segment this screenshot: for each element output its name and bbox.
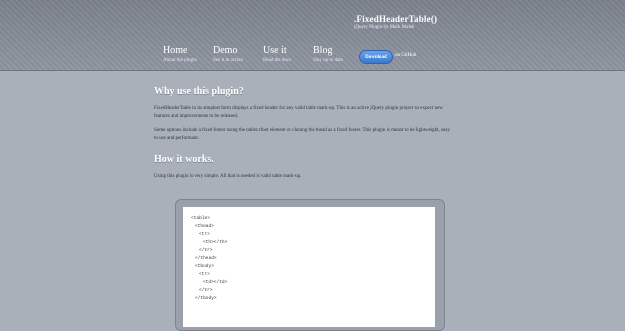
nav-desc: Stay up to date (313, 58, 343, 63)
site-subtitle: jQuery Plugin by Mark Malek (354, 25, 415, 30)
nav-item-blog[interactable]: Blog Stay up to date (313, 45, 363, 64)
code-line: <th></th> (203, 240, 228, 245)
code-line: <thead> (195, 224, 214, 229)
code-line: </tr> (199, 288, 213, 293)
main-nav: Home About the plugin Demo See it in act… (163, 45, 363, 64)
main-content: Why use this plugin? FixedHeaderTable in… (154, 86, 454, 181)
nav-desc: About the plugin (163, 58, 197, 63)
why-paragraph-2: Some options include a fixed footer usin… (154, 128, 450, 141)
code-line: <tr> (199, 232, 210, 237)
nav-desc: Read the docs (263, 58, 292, 63)
code-line: <tbody> (195, 264, 214, 269)
nav-item-use-it[interactable]: Use it Read the docs (263, 45, 313, 64)
section-title-why: Why use this plugin? (154, 86, 244, 97)
code-line: <table> (191, 216, 210, 221)
how-paragraph-1: Using this plugin is very simple. All th… (154, 174, 302, 179)
site-header: .FixedHeaderTable() jQuery Plugin by Mar… (0, 0, 625, 71)
nav-desc: See it in action (213, 58, 243, 63)
github-link[interactable]: on GitHub (395, 53, 416, 58)
code-line: </tbody> (195, 296, 217, 301)
nav-label: Blog (313, 45, 333, 56)
section-title-how: How it works. (154, 154, 214, 165)
nav-label: Use it (263, 45, 287, 56)
nav-label: Demo (213, 45, 238, 56)
code-block: <table> <thead> <tr> <th></th> </tr> </t… (183, 207, 435, 327)
nav-item-home[interactable]: Home About the plugin (163, 45, 213, 64)
code-line: </tr> (199, 248, 213, 253)
code-line: </thead> (195, 256, 217, 261)
code-line: <tr> (199, 272, 210, 277)
brand: .FixedHeaderTable() jQuery Plugin by Mar… (354, 14, 437, 30)
site-title: .FixedHeaderTable() (354, 14, 438, 24)
nav-item-demo[interactable]: Demo See it in action (213, 45, 263, 64)
code-line: <td></td> (203, 280, 228, 285)
why-paragraph-1: FixedHeaderTable in its simplest form di… (154, 106, 443, 119)
download-button[interactable]: Download (359, 50, 393, 64)
nav-label: Home (163, 45, 188, 56)
